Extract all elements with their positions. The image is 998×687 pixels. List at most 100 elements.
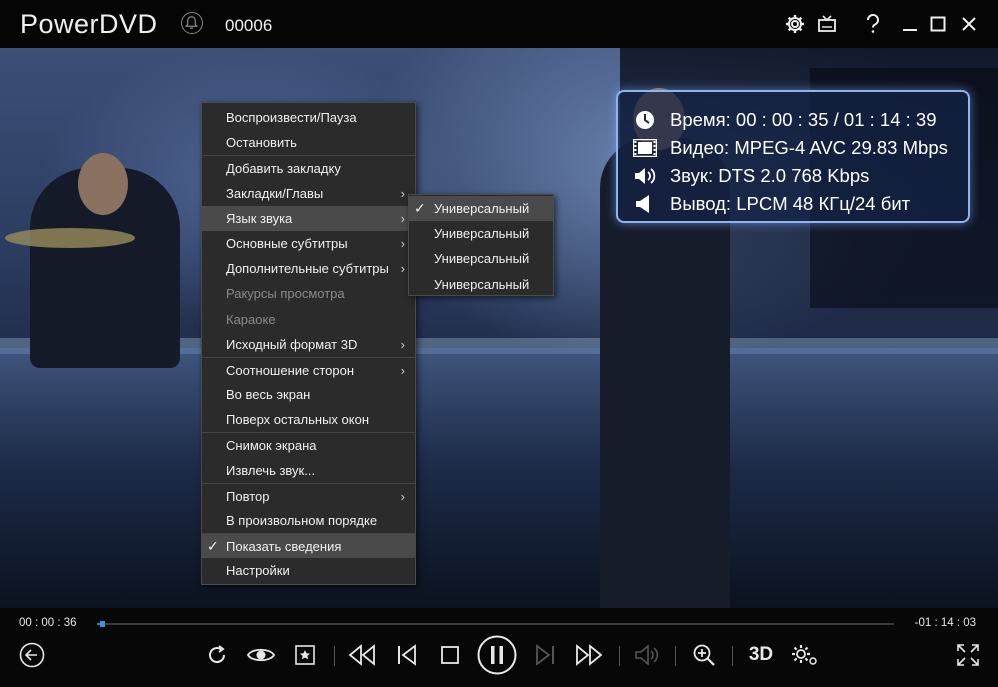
previous-chapter-icon[interactable] [394,638,420,672]
audio-track-label: Универсальный [434,251,530,267]
cymbal [5,228,135,248]
3d-mode-button[interactable]: 3D [744,638,778,672]
chevron-right-icon: › [400,210,405,226]
menu-item-viewing-angles: Ракурсы просмотра [202,281,415,306]
divider [675,646,676,666]
audio-track-label: Универсальный [434,276,530,292]
menu-item-label: Воспроизвести/Пауза [226,110,357,125]
menu-item-extract-audio[interactable]: Извлечь звук... [202,458,415,483]
chevron-right-icon: › [400,488,405,504]
menu-item-label: Настройки [226,563,290,579]
settings-gear-icon[interactable] [781,10,809,38]
menu-item-label: Караоке [226,311,276,327]
menu-item-label: Добавить закладку [226,161,341,177]
next-chapter-icon [532,638,558,672]
maximize-icon[interactable] [924,10,952,38]
menu-item-bookmarks-chapters[interactable]: Закладки/Главы › [202,181,415,206]
help-icon[interactable] [859,10,887,38]
info-audio-row: Звук: DTS 2.0 768 Kbps [632,162,968,190]
menu-item-audio-language[interactable]: Язык звука › [202,205,415,231]
menu-item-label: Исходный формат 3D [226,336,358,352]
volume-icon [632,638,662,672]
menu-item-label: Показать сведения [226,539,342,555]
checkmark-icon: ✓ [207,538,219,555]
info-output-row: Вывод: LPCM 48 КГц/24 бит [632,190,968,218]
output-speaker-icon [632,193,658,215]
menu-item-label: Во весь экран [226,387,311,403]
chevron-right-icon: › [400,261,405,277]
minimize-icon[interactable] [896,10,924,38]
bell-icon[interactable] [181,12,203,34]
checkmark-icon: ✓ [414,200,426,216]
audio-track-option-1[interactable]: ✓ Универсальный [409,196,553,222]
chevron-right-icon: › [400,185,405,201]
info-video: Видео: MPEG-4 AVC 29.83 Mbps [670,137,948,158]
menu-item-settings[interactable]: Настройки [202,558,415,583]
title-bar: PowerDVD 00006 [0,0,998,48]
menu-item-label: Остановить [226,135,297,151]
film-icon [632,137,658,159]
menu-item-aspect-ratio[interactable]: Соотношение сторон › [202,356,415,382]
menu-item-karaoke: Караоке [202,307,415,332]
info-time: Время: 00 : 00 : 35 / 01 : 14 : 39 [670,109,937,130]
menu-item-source-3d-format[interactable]: Исходный формат 3D › [202,332,415,357]
file-name: 00006 [225,16,273,35]
menu-item-repeat[interactable]: Повтор › [202,482,415,508]
audio-track-label: Универсальный [434,226,530,242]
menu-item-add-bookmark[interactable]: Добавить закладку [202,155,415,180]
seek-bar-thumb[interactable] [100,621,105,627]
divider [334,646,335,666]
playback-controls: 00 : 00 : 36 -01 : 14 : 03 3D [0,608,998,687]
divider [619,646,620,666]
menu-item-secondary-subtitles[interactable]: Дополнительные субтитры › [202,256,415,281]
eye-view-icon[interactable] [245,638,277,672]
menu-item-snapshot[interactable]: Снимок экрана [202,432,415,457]
menu-item-fullscreen[interactable]: Во весь экран [202,382,415,407]
divider [732,646,733,666]
fullscreen-icon[interactable] [953,638,983,672]
audio-track-label: Универсальный [434,201,530,216]
player-settings-icon[interactable] [789,638,821,672]
app-title: PowerDVD [20,9,158,39]
seek-bar[interactable] [97,621,894,627]
menu-item-shuffle[interactable]: В произвольном порядке [202,508,415,533]
pause-button[interactable] [476,635,518,675]
speaker-icon [632,165,658,187]
back-icon[interactable] [17,638,47,672]
audio-track-option-4[interactable]: Универсальный [409,272,553,297]
menu-item-stop[interactable]: Остановить [202,130,415,155]
bookmark-star-icon[interactable] [291,638,319,672]
menu-item-always-on-top[interactable]: Поверх остальных окон [202,407,415,432]
menu-item-label: Закладки/Главы [226,185,324,201]
zoom-in-icon[interactable] [689,638,719,672]
menu-item-label: Ракурсы просмотра [226,286,345,302]
menu-item-play-pause[interactable]: Воспроизвести/Пауза [202,105,415,130]
fast-forward-icon[interactable] [574,638,604,672]
stop-icon[interactable] [437,638,463,672]
audio-track-option-2[interactable]: Универсальный [409,221,553,246]
tv-mode-icon[interactable] [813,10,841,38]
menu-item-label: Повтор [226,488,270,504]
info-time-row: Время: 00 : 00 : 35 / 01 : 14 : 39 [632,106,968,134]
chevron-right-icon: › [400,336,405,352]
menu-item-label: Соотношение сторон [226,362,355,378]
audio-track-option-3[interactable]: Универсальный [409,246,553,271]
menu-item-label: Извлечь звук... [226,462,316,478]
menu-item-show-info[interactable]: ✓ Показать сведения [202,533,415,559]
info-output: Вывод: LPCM 48 КГц/24 бит [670,193,911,214]
menu-item-primary-subtitles[interactable]: Основные субтитры › [202,231,415,256]
info-panel: Время: 00 : 00 : 35 / 01 : 14 : 39 Видео… [616,90,970,223]
menu-item-label: Дополнительные субтитры [226,261,389,277]
chevron-right-icon: › [400,235,405,251]
clock-icon [632,109,658,131]
remaining-time: -01 : 14 : 03 [914,617,976,629]
menu-item-label: Основные субтитры [226,235,348,251]
audio-language-submenu: ✓ Универсальный Универсальный Универсальн… [408,194,554,296]
menu-item-label: Язык звука [226,210,293,226]
chevron-right-icon: › [400,362,405,378]
rewind-icon[interactable] [347,638,377,672]
menu-item-label: Снимок экрана [226,438,317,454]
close-icon[interactable] [955,10,983,38]
repeat-icon[interactable] [202,638,232,672]
performer-head [78,153,128,215]
